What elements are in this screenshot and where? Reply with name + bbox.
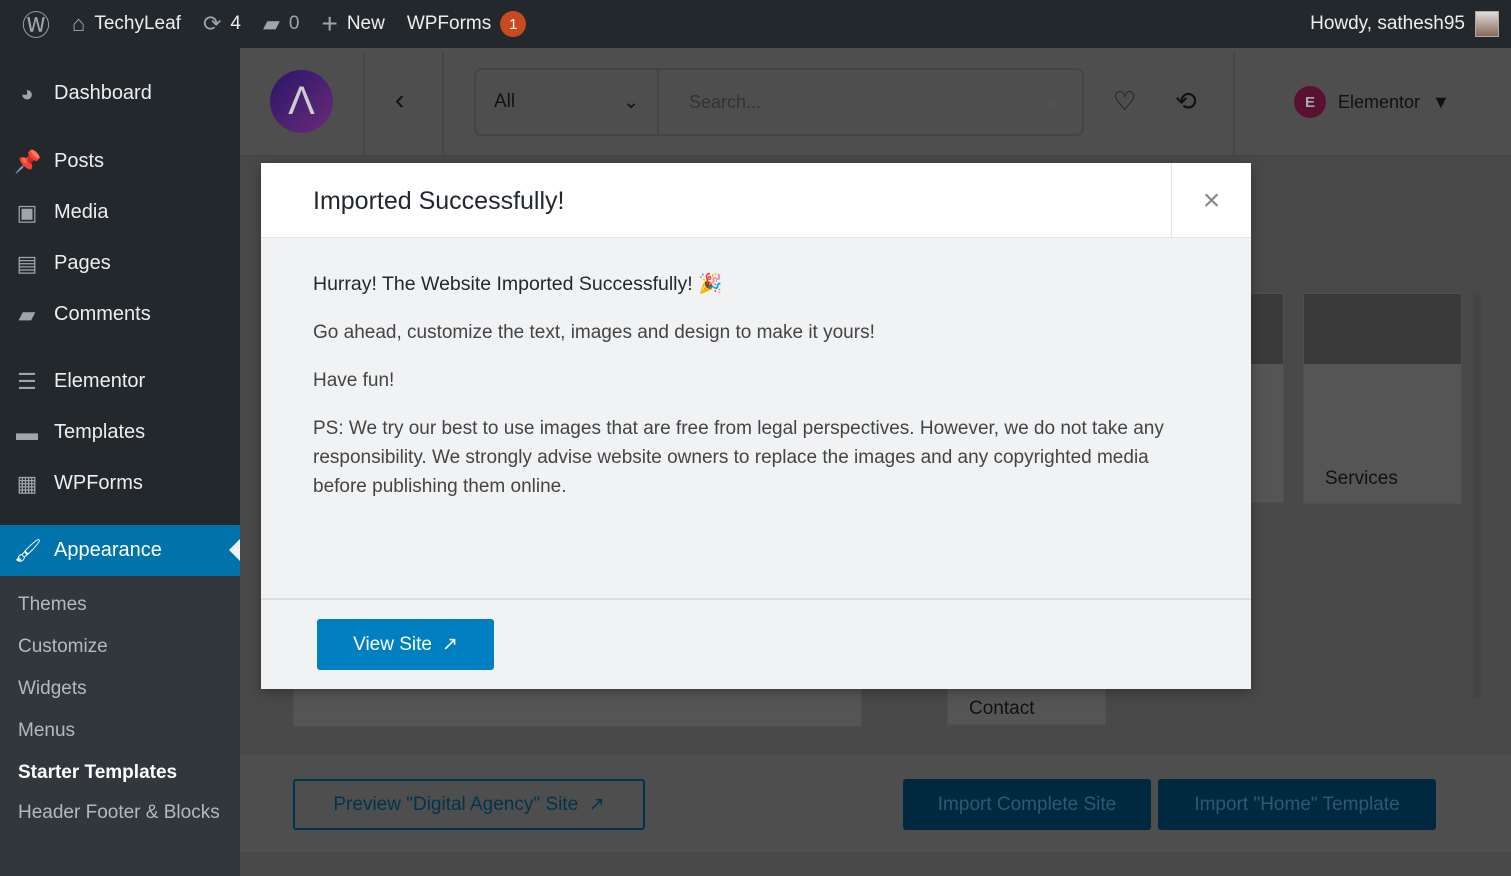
- sidebar-item-label: WPForms: [54, 472, 143, 494]
- notification-badge: 1: [500, 11, 527, 37]
- elementor-icon: ☰: [17, 368, 37, 394]
- wordpress-logo[interactable]: Ⓦ: [22, 4, 50, 44]
- favorites-heart-icon[interactable]: ♡: [1113, 86, 1136, 117]
- sidebar-item-label: Media: [54, 201, 109, 223]
- sidebar-item-templates[interactable]: ▬ Templates: [0, 407, 240, 458]
- view-site-label: View Site: [353, 633, 432, 655]
- new-label: New: [346, 13, 385, 34]
- pages-icon: ▤: [16, 250, 38, 276]
- template-card[interactable]: [1250, 293, 1284, 503]
- builder-label: Elementor: [1338, 91, 1421, 112]
- wordpress-icon: Ⓦ: [22, 10, 51, 41]
- card-title: Contact: [969, 698, 1035, 719]
- sidebar-item-elementor[interactable]: ☰ Elementor: [0, 356, 240, 407]
- sidebar-item-label: Appearance: [54, 539, 162, 561]
- form-icon: ▦: [16, 470, 38, 496]
- submenu-widgets[interactable]: Widgets: [0, 668, 240, 710]
- brush-icon: 🖌: [14, 537, 42, 563]
- dialog-header: Imported Successfully! ×: [261, 163, 1251, 238]
- howdy-label: Howdy, sathesh95: [1310, 13, 1465, 34]
- sidebar-item-label: Templates: [54, 421, 146, 443]
- scrollbar[interactable]: [1473, 293, 1481, 698]
- dialog-text: Have fun!: [313, 370, 395, 391]
- search-icon: ⌕: [1046, 91, 1057, 112]
- card-title: Services: [1325, 468, 1398, 489]
- external-link-icon: ↗: [588, 794, 605, 815]
- search-input[interactable]: Search... ⌕: [659, 70, 1082, 134]
- divider: [363, 52, 365, 154]
- comments-link[interactable]: ▰ 0: [263, 11, 300, 37]
- search-placeholder: Search...: [689, 91, 762, 112]
- submenu-customize[interactable]: Customize: [0, 626, 240, 668]
- import-footer: Preview "Digital Agency" Site ↗ Import C…: [240, 755, 1511, 852]
- sidebar-item-label: Dashboard: [54, 82, 152, 104]
- admin-bar: Ⓦ ⌂ TechyLeaf ⟳ 4 ▰ 0 + New WPForms 1 Howdy, …: [0, 0, 1511, 48]
- sync-icon[interactable]: ⟲: [1175, 86, 1197, 117]
- preview-label: Preview "Digital Agency" Site: [333, 793, 579, 815]
- admin-sidebar: ◕ Dashboard 📌 Posts ▣ Media ▤ Pages ▰ Comment…: [0, 48, 240, 876]
- media-icon: ▣: [16, 199, 38, 225]
- dashboard-icon: ◕: [20, 80, 34, 106]
- submenu-header-footer-blocks[interactable]: Header Footer & Blocks: [0, 794, 240, 836]
- starter-templates-toolbar: Λ ‹ All ⌄ Search... ⌕ ♡ ⟲ E Elementor ▼: [240, 48, 1511, 157]
- sidebar-item-label: Posts: [54, 150, 105, 172]
- sidebar-item-label: Pages: [54, 252, 111, 274]
- filter-search-group: All ⌄ Search... ⌕: [474, 68, 1084, 136]
- astra-logo: Λ: [270, 70, 333, 133]
- chevron-down-icon: ⌄: [623, 91, 639, 113]
- category-select[interactable]: All ⌄: [476, 70, 659, 134]
- elementor-logo-icon: E: [1294, 86, 1326, 118]
- submenu-starter-templates[interactable]: Starter Templates: [0, 752, 240, 794]
- comments-count: 0: [288, 13, 300, 34]
- sidebar-item-pages[interactable]: ▤ Pages: [0, 238, 240, 289]
- success-headline: Hurray! The Website Imported Successfull…: [313, 273, 723, 295]
- sidebar-item-label: Comments: [54, 303, 151, 325]
- submenu-menus[interactable]: Menus: [0, 710, 240, 752]
- dialog-body: Hurray! The Website Imported Successfull…: [261, 238, 1251, 598]
- account-menu[interactable]: Howdy, sathesh95: [1310, 0, 1499, 48]
- site-link[interactable]: ⌂ TechyLeaf: [72, 11, 181, 37]
- wpforms-link[interactable]: WPForms 1: [406, 11, 527, 37]
- sidebar-item-label: Elementor: [54, 370, 146, 392]
- wpforms-label: WPForms: [406, 13, 492, 34]
- updates-link[interactable]: ⟳ 4: [203, 11, 241, 37]
- comment-icon: ▰: [18, 301, 36, 327]
- appearance-submenu: Themes Customize Widgets Menus Starter T…: [0, 576, 240, 876]
- back-button[interactable]: ‹: [395, 84, 404, 116]
- caret-down-icon: ▼: [1432, 91, 1450, 112]
- comment-icon: ▰: [262, 11, 280, 36]
- external-link-icon: ↗: [441, 634, 458, 655]
- close-button[interactable]: ×: [1171, 163, 1251, 238]
- preview-site-button[interactable]: Preview "Digital Agency" Site ↗: [293, 779, 645, 830]
- divider: [442, 52, 444, 154]
- view-site-button[interactable]: View Site ↗: [317, 619, 494, 670]
- updates-count: 4: [230, 13, 241, 34]
- category-value: All: [494, 91, 516, 112]
- page-builder-select[interactable]: E Elementor ▼: [1294, 86, 1450, 118]
- import-success-dialog: Imported Successfully! × Hurray! The Web…: [261, 163, 1251, 689]
- plus-icon: +: [321, 8, 338, 39]
- dialog-footer: View Site ↗: [261, 598, 1251, 689]
- import-home-template-button[interactable]: Import "Home" Template: [1158, 779, 1436, 830]
- home-icon: ⌂: [72, 11, 86, 36]
- close-icon: ×: [1202, 183, 1221, 217]
- sidebar-item-comments[interactable]: ▰ Comments: [0, 289, 240, 340]
- pin-icon: 📌: [14, 148, 42, 174]
- dialog-title: Imported Successfully!: [313, 187, 565, 215]
- updates-icon: ⟳: [202, 11, 222, 36]
- sidebar-item-media[interactable]: ▣ Media: [0, 187, 240, 238]
- sidebar-item-posts[interactable]: 📌 Posts: [0, 136, 240, 187]
- avatar: [1475, 11, 1499, 37]
- sidebar-item-wpforms[interactable]: ▦ WPForms: [0, 458, 240, 509]
- dialog-text: Go ahead, customize the text, images and…: [313, 322, 875, 343]
- new-link[interactable]: + New: [321, 8, 384, 40]
- import-complete-site-button[interactable]: Import Complete Site: [903, 779, 1151, 830]
- submenu-themes[interactable]: Themes: [0, 584, 240, 626]
- sidebar-item-dashboard[interactable]: ◕ Dashboard: [0, 68, 240, 119]
- sidebar-item-appearance[interactable]: 🖌 Appearance: [0, 525, 240, 576]
- divider: [1233, 52, 1235, 154]
- folder-icon: ▬: [16, 419, 38, 445]
- disclaimer-text: PS: We try our best to use images that a…: [313, 418, 1164, 497]
- site-name: TechyLeaf: [94, 13, 181, 34]
